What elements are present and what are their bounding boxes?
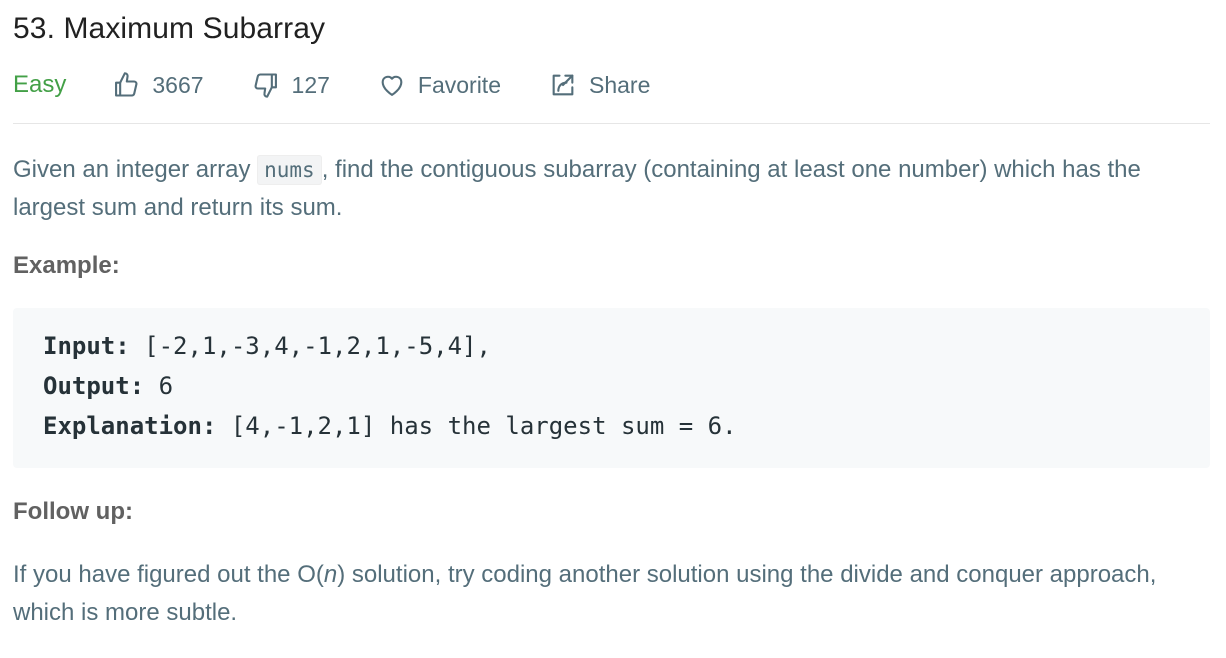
share-button[interactable]: Share — [549, 71, 650, 99]
dislike-button[interactable]: 127 — [252, 71, 330, 99]
example-explanation-label: Explanation: — [43, 412, 217, 440]
follow-up-heading: Follow up: — [13, 498, 133, 525]
difficulty-badge: Easy — [13, 71, 67, 98]
example-input-line: Input: [-2,1,-3,4,-1,2,1,-5,4], — [43, 326, 1180, 366]
like-button[interactable]: 3667 — [112, 71, 204, 99]
example-input-value: [-2,1,-3,4,-1,2,1,-5,4], — [129, 332, 491, 360]
favorite-label: Favorite — [417, 71, 501, 98]
inline-code-nums: nums — [257, 155, 322, 185]
page-title: 53. Maximum Subarray — [13, 12, 326, 45]
follow-up-text-start: If you have figured out the O( — [13, 561, 324, 588]
follow-up-text: If you have figured out the O(n) solutio… — [13, 556, 1213, 632]
example-input-label: Input: — [43, 332, 130, 360]
dislike-count: 127 — [291, 71, 330, 98]
thumbs-down-icon — [254, 73, 277, 98]
problem-meta-bar: Easy 3667 127 Favorite Share — [13, 67, 1210, 124]
description-text-start: Given an integer array — [13, 156, 258, 183]
example-code-block: Input: [-2,1,-3,4,-1,2,1,-5,4], Output: … — [13, 308, 1210, 468]
share-label: Share — [589, 71, 651, 98]
problem-description: Given an integer array nums, find the co… — [13, 151, 1213, 227]
example-explanation-value: [4,-1,2,1] has the largest sum = 6. — [216, 412, 737, 440]
heart-icon — [381, 75, 403, 96]
example-output-label: Output: — [43, 372, 145, 400]
favorite-button[interactable]: Favorite — [378, 71, 501, 99]
like-count: 3667 — [152, 71, 204, 98]
example-explanation-line: Explanation: [4,-1,2,1] has the largest … — [43, 406, 1180, 446]
example-heading: Example: — [13, 252, 120, 279]
thumbs-up-icon — [115, 72, 138, 97]
example-output-line: Output: 6 — [43, 366, 1180, 406]
follow-up-italic-n: n — [323, 561, 338, 588]
share-icon — [552, 74, 574, 96]
problem-page: 53. Maximum Subarray Easy 3667 127 Favor… — [0, 0, 1226, 632]
example-output-value: 6 — [144, 372, 174, 400]
